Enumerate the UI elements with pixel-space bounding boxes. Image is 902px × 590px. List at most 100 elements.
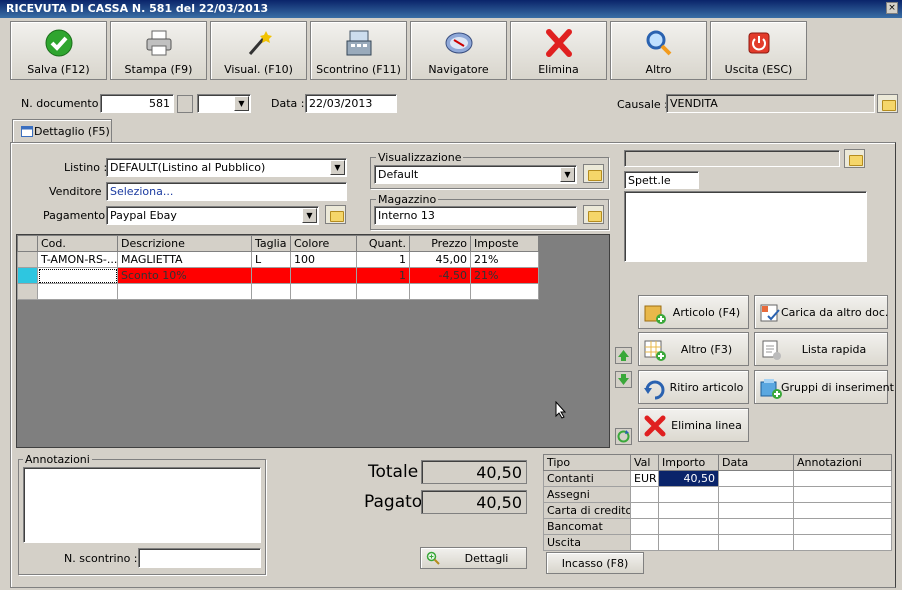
refresh-button[interactable]	[615, 428, 632, 445]
other-button[interactable]: Altro	[610, 21, 707, 80]
payment-currency[interactable]	[630, 486, 659, 503]
row-selector[interactable]	[17, 283, 38, 300]
preview-button[interactable]: Visual. (F10)	[210, 21, 307, 80]
table-row[interactable]	[17, 283, 539, 300]
annotations-field[interactable]	[23, 467, 261, 543]
causale-folder-icon[interactable]	[877, 94, 898, 113]
magazzino-folder-icon[interactable]	[583, 205, 604, 224]
quick-list-button[interactable]: Lista rapida	[754, 332, 888, 366]
receipt-button[interactable]: Scontrino (F11)	[310, 21, 407, 80]
payment-row[interactable]: Uscita	[543, 534, 892, 551]
doc-number-lookup-button[interactable]	[177, 95, 193, 113]
payment-date[interactable]	[718, 470, 794, 487]
payment-date[interactable]	[718, 518, 794, 535]
grid-col-header[interactable]: Taglia	[251, 235, 291, 252]
row-selector[interactable]	[17, 267, 38, 284]
grid-col-header[interactable]: Prezzo	[409, 235, 471, 252]
row-selector[interactable]	[17, 251, 38, 268]
receipt-number-field[interactable]	[138, 548, 261, 568]
table-cell[interactable]: L	[251, 251, 291, 268]
payment-currency[interactable]	[630, 518, 659, 535]
table-cell[interactable]: T-AMON-RS-...	[37, 251, 118, 268]
table-cell[interactable]: 21%	[470, 267, 539, 284]
add-article-button[interactable]: Articolo (F4)	[638, 295, 749, 329]
payment-date[interactable]	[718, 502, 794, 519]
move-up-button[interactable]	[615, 347, 632, 364]
details-button[interactable]: Dettagli	[420, 547, 527, 569]
print-button[interactable]: Stampa (F9)	[110, 21, 207, 80]
payment-notes[interactable]	[793, 534, 892, 551]
table-cell[interactable]	[251, 267, 291, 284]
visualizzazione-select[interactable]: Default ▼	[374, 165, 577, 184]
tab-dettaglio[interactable]: Dettaglio (F5)	[12, 119, 112, 143]
return-article-button[interactable]: Ritiro articolo	[638, 370, 749, 404]
close-window-button[interactable]: ×	[886, 2, 898, 14]
causale-field[interactable]: VENDITA	[666, 94, 875, 113]
customer-title-field[interactable]: Spett.le	[624, 171, 699, 189]
visualizzazione-folder-icon[interactable]	[583, 164, 604, 183]
payment-notes[interactable]	[793, 470, 892, 487]
table-cell[interactable]	[37, 283, 118, 300]
table-cell[interactable]	[409, 283, 471, 300]
payment-currency[interactable]	[630, 534, 659, 551]
table-cell[interactable]	[290, 283, 357, 300]
listino-select[interactable]: DEFAULT(Listino al Pubblico) ▼	[106, 158, 347, 177]
table-cell[interactable]: Sconto 10%	[117, 267, 252, 284]
payment-amount[interactable]	[658, 534, 719, 551]
table-row[interactable]: T-AMON-RS-... MAGLIETTA L 100 1 45,00 21…	[17, 251, 539, 268]
table-cell[interactable]	[470, 283, 539, 300]
grid-col-header[interactable]: Imposte	[470, 235, 539, 252]
grid-col-header[interactable]: Descrizione	[117, 235, 252, 252]
payment-notes[interactable]	[793, 502, 892, 519]
table-cell[interactable]: 45,00	[409, 251, 471, 268]
table-cell[interactable]: 21%	[470, 251, 539, 268]
payment-row[interactable]: Carta di credito	[543, 502, 892, 519]
table-cell[interactable]: 1	[356, 267, 410, 284]
table-cell[interactable]: MAGLIETTA	[117, 251, 252, 268]
payment-currency[interactable]: EUR	[630, 470, 659, 487]
customer-folder-icon[interactable]	[844, 149, 865, 168]
table-cell[interactable]	[117, 283, 252, 300]
table-cell[interactable]: 1	[356, 251, 410, 268]
magazzino-field[interactable]: Interno 13	[374, 206, 577, 225]
insert-groups-button[interactable]: Gruppi di inseriment	[754, 370, 894, 404]
cash-in-button[interactable]: Incasso (F8)	[546, 552, 644, 574]
payment-date[interactable]	[718, 486, 794, 503]
grid-col-header[interactable]: Cod.	[37, 235, 118, 252]
payment-currency[interactable]	[630, 502, 659, 519]
other-line-button[interactable]: Altro (F3)	[638, 332, 749, 366]
payment-amount[interactable]	[658, 502, 719, 519]
load-from-doc-button[interactable]: Carica da altro doc.	[754, 295, 888, 329]
customer-search-field[interactable]	[624, 150, 840, 167]
delete-line-button[interactable]: Elimina linea	[638, 408, 749, 442]
navigator-button[interactable]: Navigatore	[410, 21, 507, 80]
venditore-field[interactable]: Seleziona...	[106, 182, 347, 201]
payment-date[interactable]	[718, 534, 794, 551]
date-field[interactable]: 22/03/2013	[305, 94, 397, 113]
delete-button[interactable]: Elimina	[510, 21, 607, 80]
table-cell[interactable]	[37, 267, 118, 284]
doc-number-field[interactable]: 581	[100, 94, 174, 113]
payment-row[interactable]: Bancomat	[543, 518, 892, 535]
payment-amount[interactable]: 40,50	[658, 470, 719, 487]
payment-row[interactable]: Contanti EUR 40,50	[543, 470, 892, 487]
payment-notes[interactable]	[793, 486, 892, 503]
doc-series-select[interactable]: ▼	[197, 94, 251, 113]
customer-address-field[interactable]	[624, 191, 867, 262]
save-button[interactable]: Salva (F12)	[10, 21, 107, 80]
grid-col-header[interactable]: Quant.	[356, 235, 410, 252]
payment-notes[interactable]	[793, 518, 892, 535]
table-cell[interactable]: 100	[290, 251, 357, 268]
payment-amount[interactable]	[658, 486, 719, 503]
table-cell[interactable]	[356, 283, 410, 300]
pagamento-folder-icon[interactable]	[325, 205, 346, 224]
table-cell[interactable]	[251, 283, 291, 300]
payment-amount[interactable]	[658, 518, 719, 535]
grid-col-header[interactable]: Colore	[290, 235, 357, 252]
table-row-highlighted[interactable]: Sconto 10% 1 -4,50 21%	[17, 267, 539, 284]
move-down-button[interactable]	[615, 371, 632, 388]
payment-row[interactable]: Assegni	[543, 486, 892, 503]
pagamento-select[interactable]: Paypal Ebay ▼	[106, 206, 319, 225]
exit-button[interactable]: Uscita (ESC)	[710, 21, 807, 80]
table-cell[interactable]: -4,50	[409, 267, 471, 284]
